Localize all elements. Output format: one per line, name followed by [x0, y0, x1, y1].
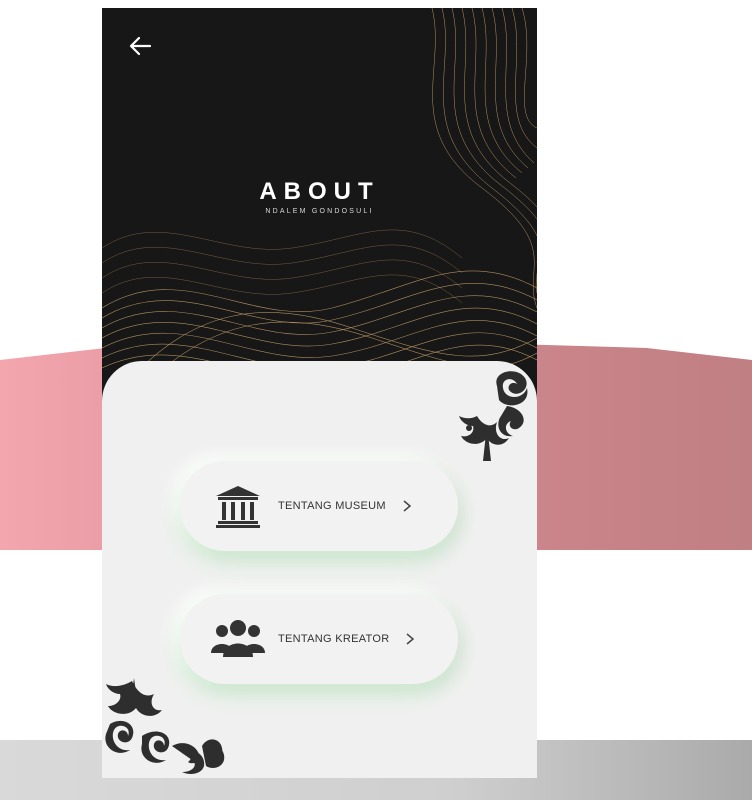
floral-ornament-top-right-icon [459, 371, 528, 461]
chevron-right-icon [406, 633, 415, 645]
museum-icon [216, 486, 260, 528]
tentang-kreator-label: TENTANG KREATOR [278, 633, 390, 645]
page-subtitle: NDALEM GONDOSULI [265, 208, 374, 215]
people-group-icon [211, 620, 265, 657]
tentang-kreator-button[interactable]: TENTANG KREATOR [180, 594, 458, 684]
back-button[interactable] [126, 32, 154, 60]
content-panel: TENTANG MUSEUM TENTANG KREATOR [102, 361, 537, 778]
tentang-museum-button[interactable]: TENTANG MUSEUM [180, 461, 458, 551]
chevron-right-icon [403, 500, 412, 512]
page-title: ABOUT [259, 178, 380, 205]
arrow-left-icon [129, 36, 152, 56]
phone-screen: ABOUT NDALEM GONDOSULI TENTANG MUSEUM TE… [102, 8, 537, 778]
floral-ornament-bottom-left-icon [105, 678, 225, 774]
tentang-museum-label: TENTANG MUSEUM [278, 500, 386, 512]
hero-header: ABOUT NDALEM GONDOSULI [102, 8, 537, 388]
